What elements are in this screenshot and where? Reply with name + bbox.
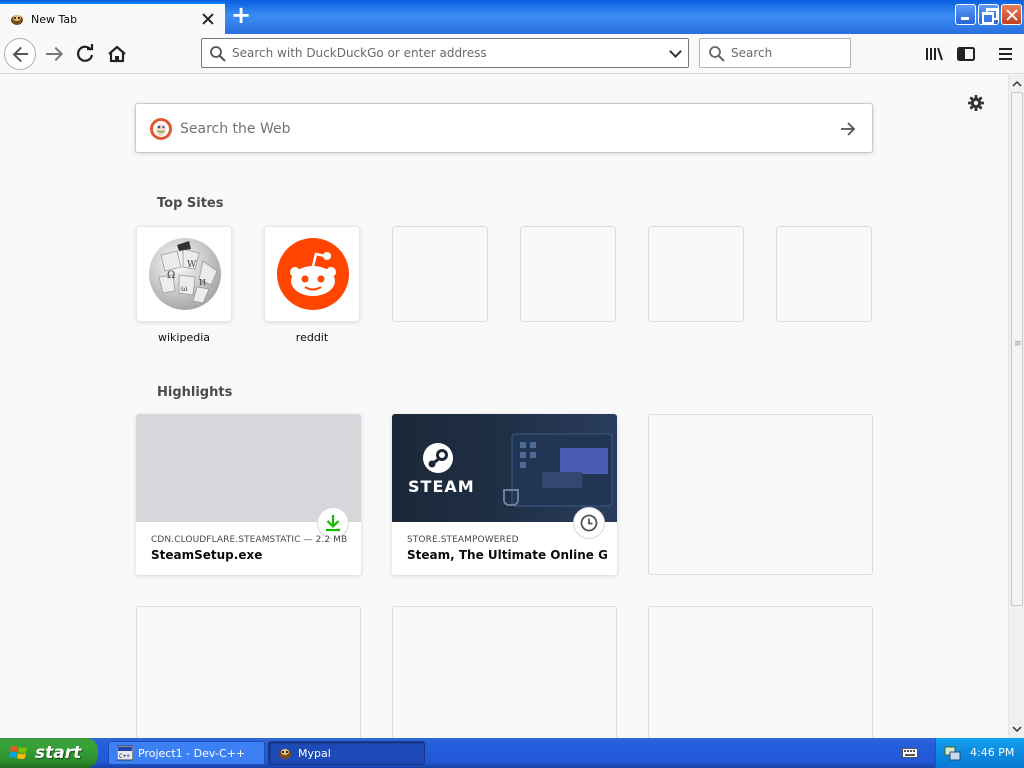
svg-text:ω: ω [181,284,188,293]
web-search-box[interactable] [135,103,873,153]
clock-icon [573,507,605,539]
devcpp-icon: C++ [117,745,133,761]
reload-icon[interactable] [70,38,102,70]
web-search-input[interactable] [180,118,820,140]
card-host: STORE.STEAMPOWERED [407,535,519,545]
start-label: start [35,743,82,763]
top-site-tile-empty[interactable] [648,226,744,322]
system-tray: 4:46 PM [935,738,1024,768]
hamburger-menu-icon[interactable] [990,38,1022,70]
library-icon[interactable] [918,38,950,70]
highlight-card-steamsetup[interactable]: CDN.CLOUDFLARE.STEAMSTATIC — 2.2 MB Stea… [136,414,361,575]
search-icon [210,46,226,62]
highlight-card-empty [648,606,873,738]
new-tab-button[interactable]: + [228,3,254,29]
home-icon[interactable] [101,38,133,70]
wikipedia-globe-icon: Ω W И ω [149,238,221,310]
top-site-tile-reddit[interactable] [264,226,360,322]
card-title: SteamSetup.exe [151,548,263,562]
gear-icon[interactable] [966,93,986,113]
top-site-tile-empty[interactable] [776,226,872,322]
url-bar[interactable] [201,38,689,68]
highlight-card-empty [648,414,873,575]
arrow-right-icon[interactable] [838,119,858,139]
top-site-tile-empty[interactable] [392,226,488,322]
restore-button[interactable] [978,4,999,25]
mypal-favicon-icon [11,15,23,25]
keyboard-icon[interactable] [902,746,918,760]
highlight-card-steam-store[interactable]: STEAM STORE.STEAMPOWERED Steam, The Ulti… [392,414,617,575]
search-bar[interactable] [699,38,851,68]
top-site-tile-empty[interactable] [520,226,616,322]
network-tray-icon[interactable] [944,744,962,762]
svg-text:C++: C++ [119,753,130,760]
mypal-icon [279,749,291,759]
vertical-scrollbar[interactable] [1008,75,1024,738]
taskbar-item-label: Project1 - Dev-C++ [138,746,246,760]
clock[interactable]: 4:46 PM [970,746,1014,759]
close-window-button[interactable] [1001,4,1022,25]
duckduckgo-icon [150,118,172,140]
url-input[interactable] [232,44,652,62]
back-arrow-icon[interactable] [4,38,36,70]
card-thumbnail [136,414,361,522]
taskbar-item-label: Mypal [298,746,331,760]
tab-strip: New Tab + [0,0,1024,34]
new-tab-page: Top Sites Ω W И ω [0,75,1008,738]
svg-text:W: W [187,260,197,270]
sidebars-icon[interactable] [950,38,982,70]
top-site-tile-wikipedia[interactable]: Ω W И ω [136,226,232,322]
tab-close-icon[interactable] [201,12,215,26]
minimize-button[interactable] [955,4,976,25]
windows-flag-icon [9,746,27,759]
forward-arrow-icon[interactable] [38,38,70,70]
svg-text:И: И [199,278,206,287]
highlight-card-empty [392,606,617,738]
navigation-toolbar [0,34,1024,74]
highlights-heading: Highlights [157,385,233,400]
top-site-label[interactable]: wikipedia [136,331,232,344]
tab-new-tab[interactable]: New Tab [0,2,225,34]
search-input[interactable] [731,44,843,62]
svg-text:Ω: Ω [167,270,175,281]
taskbar-item-mypal[interactable]: Mypal [268,741,425,765]
top-site-label[interactable]: reddit [264,331,360,344]
search-icon [709,46,725,62]
start-button[interactable]: start [0,738,98,768]
reddit-alien-icon [277,238,349,310]
scroll-down-arrow-icon[interactable] [1010,721,1024,737]
taskbar: start C++ Project1 - Dev-C++ Mypal 4:46 … [0,738,1024,768]
top-sites-heading: Top Sites [157,196,224,211]
url-dropdown-chevron-icon[interactable] [669,45,682,58]
highlight-card-empty [136,606,361,738]
scroll-up-arrow-icon[interactable] [1010,76,1024,92]
taskbar-item-devcpp[interactable]: C++ Project1 - Dev-C++ [108,741,265,765]
card-host: CDN.CLOUDFLARE.STEAMSTATIC — 2.2 MB [151,535,348,545]
scrollbar-thumb[interactable] [1011,92,1023,606]
tab-title: New Tab [31,12,78,26]
card-title: Steam, The Ultimate Online Ga... [407,548,607,562]
steam-thumbnail: STEAM [392,414,617,522]
steam-logo-text: STEAM [408,477,475,496]
